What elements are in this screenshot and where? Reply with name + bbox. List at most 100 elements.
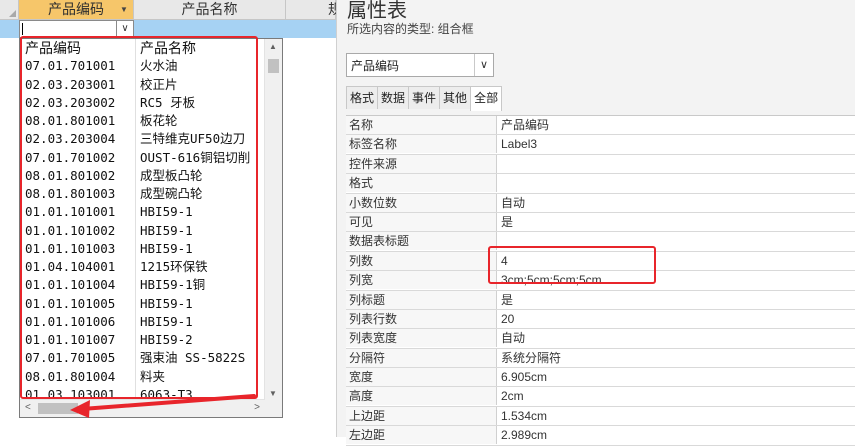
list-item[interactable]: 08.01.801004 料夹 (20, 368, 265, 386)
product-code-cell: 07.01.701002 (25, 149, 116, 165)
product-code-cell: 01.01.101006 (25, 313, 116, 329)
property-value[interactable]: 2.989cm (501, 426, 547, 444)
product-name-cell: HBI59-1铜 (140, 277, 206, 293)
select-all-corner[interactable] (0, 0, 19, 19)
text-caret (22, 23, 23, 35)
product-name-cell: 板花轮 (140, 113, 178, 128)
product-code-cell: 02.03.203002 (25, 94, 116, 110)
property-value[interactable]: 3cm;5cm;5cm;5cm (501, 271, 602, 289)
list-item[interactable]: 01.01.101004 HBI59-1铜 (20, 276, 265, 294)
property-name: 上边距 (346, 406, 497, 425)
chevron-down-icon[interactable]: ∨ (474, 54, 493, 76)
list-item[interactable]: 02.03.203001 校正片 (20, 76, 265, 94)
list-item[interactable]: 02.03.203002 RC5 牙板 (20, 94, 265, 112)
property-name: 列宽 (346, 271, 497, 290)
property-row[interactable]: 可见是 (346, 212, 855, 233)
list-item[interactable]: 01.01.101002 HBI59-1 (20, 222, 265, 240)
column-header-row: 产品编码 ▼ 产品名称 规 (0, 0, 336, 20)
product-code-combo-input[interactable]: ∨ (19, 20, 134, 38)
property-value[interactable]: 6.905cm (501, 368, 547, 386)
property-row[interactable]: 左边距 2.989cm (346, 426, 855, 446)
property-value[interactable]: 产品编码 (501, 116, 549, 134)
product-name-cell: RC5 牙板 (140, 94, 196, 110)
property-value[interactable]: 20 (501, 310, 514, 328)
list-item[interactable]: 08.01.801002 成型板凸轮 (20, 167, 265, 185)
property-value[interactable]: 4 (501, 252, 508, 270)
property-row[interactable]: 控件来源 (346, 154, 855, 175)
tab-1[interactable]: 数据 (377, 86, 410, 109)
selection-type-label: 所选内容的类型: 组合框 (347, 22, 474, 36)
scroll-right-icon[interactable]: > (254, 402, 260, 413)
property-value[interactable]: 是 (501, 213, 513, 231)
scroll-down-icon[interactable]: ▼ (269, 389, 277, 398)
scroll-thumb[interactable] (38, 403, 78, 414)
list-item[interactable]: 07.01.701002 OUST-616铜铝切削 (20, 149, 265, 167)
column-header-label: 产品编码 (48, 1, 104, 17)
product-code-cell: 01.01.101003 (25, 240, 116, 256)
list-item[interactable]: 08.01.801003 成型碗凸轮 (20, 185, 265, 203)
property-name: 高度 (346, 387, 497, 406)
property-row[interactable]: 格式 (346, 174, 855, 194)
tab-4[interactable]: 全部 (470, 86, 503, 111)
vertical-scrollbar[interactable]: ▲ ▼ (264, 39, 282, 401)
column-header-product-code[interactable]: 产品编码 ▼ (19, 0, 134, 19)
property-name: 小数位数 (346, 193, 497, 212)
property-row[interactable]: 列表行数 20 (346, 309, 855, 330)
tab-2[interactable]: 事件 (408, 86, 441, 109)
product-name-cell: 1215环保铁 (140, 259, 208, 274)
property-row[interactable]: 宽度 6.905cm (346, 368, 855, 388)
product-name-cell: 火水油 (140, 58, 178, 74)
property-value[interactable]: 系统分隔符 (501, 349, 561, 367)
property-name: 分隔符 (346, 348, 497, 367)
property-row[interactable]: 列数 4 (346, 251, 855, 272)
property-row[interactable]: 高度 2cm (346, 387, 855, 407)
property-row[interactable]: 名称 产品编码 (346, 116, 855, 136)
object-selector[interactable]: 产品编码 ∨ (346, 53, 494, 77)
column-header-spec[interactable]: 规 (286, 0, 336, 19)
tab-3[interactable]: 其他 (439, 86, 472, 109)
product-code-cell: 01.01.101005 (25, 295, 116, 311)
property-row[interactable]: 列表宽度 自动 (346, 329, 855, 349)
sort-dropdown-icon[interactable]: ▼ (118, 5, 130, 15)
list-item[interactable]: 02.03.203004 三特维克UF50边刀 (20, 130, 265, 148)
property-value[interactable]: 2cm (501, 387, 524, 405)
scroll-corner (265, 400, 282, 417)
property-value[interactable]: 是 (501, 291, 513, 309)
list-item[interactable]: 07.01.701005 强束油 SS-5822S (20, 349, 265, 367)
property-value[interactable]: 自动 (501, 194, 525, 212)
list-item[interactable]: 01.01.101003 HBI59-1 (20, 240, 265, 258)
list-item[interactable]: 01.01.101005 HBI59-1 (20, 295, 265, 313)
product-name-cell: HBI59-1 (140, 240, 193, 256)
column-header-product-name[interactable]: 产品名称 (134, 0, 286, 19)
dropdown-rows: 产品编码 产品名称 07.01.701001 火水油 02.03.203001 校正片 02… (20, 39, 265, 401)
property-row[interactable]: 列宽 3cm;5cm;5cm;5cm (346, 271, 855, 291)
chevron-down-icon[interactable]: ∨ (116, 21, 133, 37)
property-row[interactable]: 列标题是 (346, 290, 855, 310)
dropdown-column-header: 产品编码 (25, 40, 81, 56)
scroll-up-icon[interactable]: ▲ (269, 42, 277, 51)
property-row[interactable]: 标签名称 Label3 (346, 135, 855, 155)
list-item[interactable]: 08.01.801001 板花轮 (20, 112, 265, 130)
tab-0[interactable]: 格式 (346, 86, 379, 109)
horizontal-scrollbar[interactable]: < > (20, 399, 265, 417)
column-header-label: 规 (328, 1, 336, 17)
property-value[interactable]: 自动 (501, 329, 525, 347)
combo-dropdown-list[interactable]: 产品编码 产品名称 07.01.701001 火水油 02.03.203001 校正片 02… (19, 38, 283, 418)
list-item[interactable]: 01.01.101006 HBI59-1 (20, 313, 265, 331)
product-code-cell: 08.01.801002 (25, 167, 116, 183)
property-name: 列数 (346, 251, 497, 270)
list-item[interactable]: 07.01.701001 火水油 (20, 57, 265, 75)
list-item[interactable]: 01.01.101001 HBI59-1 (20, 203, 265, 221)
list-item[interactable]: 01.01.101007 HBI59-2 (20, 331, 265, 349)
property-row[interactable]: 分隔符 系统分隔符 (346, 348, 855, 369)
list-item[interactable]: 01.04.104001 1215环保铁 (20, 258, 265, 276)
scroll-left-icon[interactable]: < (25, 402, 31, 413)
property-row[interactable]: 数据表标题 (346, 232, 855, 252)
property-row[interactable]: 小数位数 自动 (346, 193, 855, 213)
property-row[interactable]: 上边距 1.534cm (346, 406, 855, 427)
property-value[interactable]: 1.534cm (501, 407, 547, 425)
new-record-row[interactable]: ∨ (0, 20, 336, 38)
scroll-thumb[interactable] (268, 59, 279, 73)
property-value[interactable]: Label3 (501, 135, 537, 153)
product-code-cell: 01.01.101004 (25, 277, 116, 293)
